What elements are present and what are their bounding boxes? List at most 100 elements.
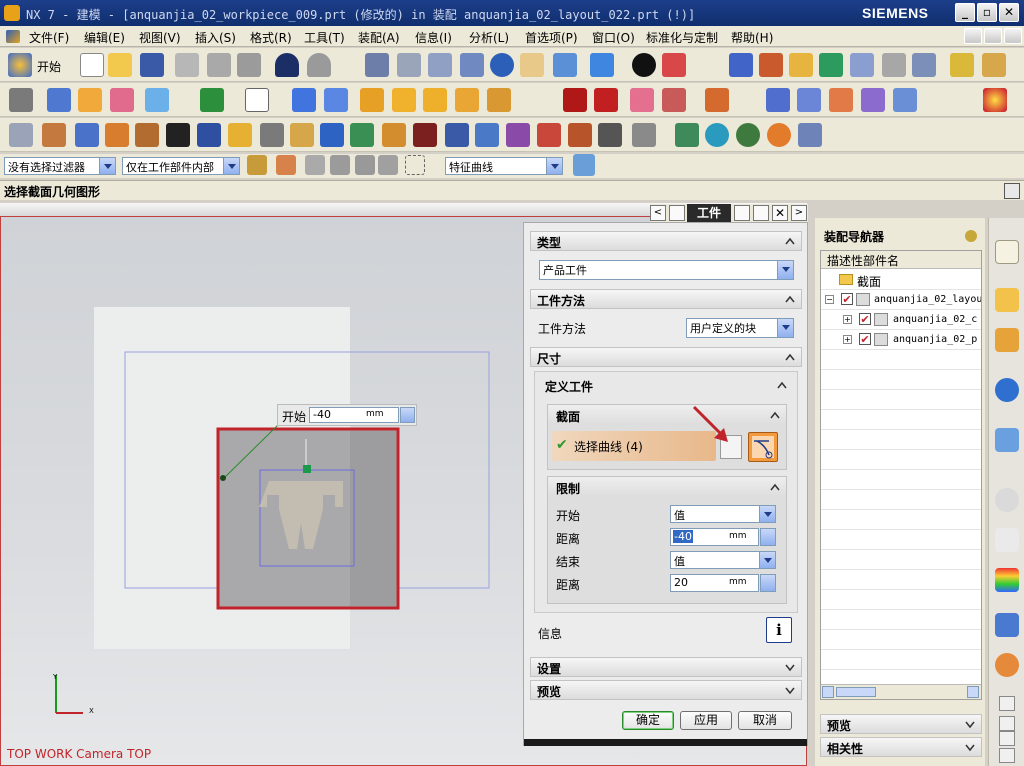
column-header[interactable]: 描述性部件名 <box>821 251 981 269</box>
revolve-icon[interactable] <box>324 88 348 112</box>
assembly-icon[interactable] <box>9 88 33 112</box>
bounded-plane-icon[interactable] <box>829 88 853 112</box>
close-button[interactable]: ✕ <box>999 3 1019 22</box>
constraint-navigator-icon[interactable] <box>995 288 1019 312</box>
shell-icon[interactable] <box>455 88 479 112</box>
distance1-input[interactable]: -40 mm <box>670 528 759 546</box>
info-icon[interactable]: i <box>766 617 792 643</box>
start-menu-label[interactable]: 开始 <box>37 58 61 75</box>
view-orient-icon[interactable] <box>590 53 614 77</box>
menu-info[interactable]: 信息(I) <box>415 29 452 46</box>
scroll-page-up-icon[interactable] <box>999 716 1015 731</box>
bom-icon[interactable] <box>598 123 622 147</box>
deselect-icon[interactable] <box>912 53 936 77</box>
ok-button[interactable]: 确定 <box>622 711 674 730</box>
pattern-icon[interactable] <box>487 88 511 112</box>
palette-icon[interactable] <box>983 88 1007 112</box>
dialog-close-icon[interactable]: ✕ <box>772 205 788 221</box>
cancel-button[interactable]: 取消 <box>738 711 792 730</box>
measure-icon[interactable] <box>789 53 813 77</box>
pin-icon[interactable] <box>965 230 977 242</box>
status-toggle-icon[interactable] <box>1004 183 1020 199</box>
mold-csys-icon[interactable] <box>42 123 66 147</box>
ruler-icon[interactable] <box>950 53 974 77</box>
doc-close-button[interactable] <box>1004 28 1022 44</box>
snap-icon[interactable] <box>819 53 843 77</box>
menu-edit[interactable]: 编辑(E) <box>84 29 125 46</box>
pocket-icon[interactable] <box>568 123 592 147</box>
extrude-icon[interactable] <box>292 88 316 112</box>
block-icon[interactable] <box>360 88 384 112</box>
trim-mold-icon[interactable] <box>537 123 561 147</box>
group-icon[interactable] <box>330 155 350 175</box>
menu-window[interactable]: 窗口(O) <box>592 29 635 46</box>
eye-icon[interactable] <box>736 123 760 147</box>
onscreen-start-field[interactable]: -40 mm <box>309 407 399 423</box>
rect-select-icon[interactable] <box>405 155 425 175</box>
checkbox-icon[interactable]: ✔ <box>841 293 853 305</box>
reset-icon[interactable] <box>734 205 750 221</box>
checkbox-icon[interactable]: ✔ <box>859 333 871 345</box>
curve-rule-select[interactable]: 特征曲线 <box>445 157 563 175</box>
cavity-layout-icon[interactable] <box>135 123 159 147</box>
mold-base-icon[interactable] <box>228 123 252 147</box>
scroll-left-icon[interactable] <box>822 686 834 698</box>
section-group-header[interactable]: 截面 <box>548 405 786 425</box>
expand-icon[interactable]: + <box>843 335 852 344</box>
runner-icon[interactable] <box>445 123 469 147</box>
copy-icon[interactable] <box>207 53 231 77</box>
project-init-icon[interactable] <box>9 123 33 147</box>
stop-at-intersection-icon[interactable] <box>378 155 398 175</box>
ejector-icon[interactable] <box>290 123 314 147</box>
standard-part-icon[interactable] <box>260 123 284 147</box>
redo-icon[interactable] <box>307 53 331 77</box>
collapse-icon[interactable]: − <box>825 295 834 304</box>
delete-file-icon[interactable] <box>767 123 791 147</box>
settings-section-header[interactable]: 设置 <box>530 657 802 677</box>
drafting-icon[interactable] <box>982 53 1006 77</box>
process-studio-icon[interactable] <box>995 613 1019 637</box>
scroll-thumb[interactable] <box>836 687 876 697</box>
cut-icon[interactable] <box>175 53 199 77</box>
dims-section-header[interactable]: 尺寸 <box>530 347 802 367</box>
checkbox-icon[interactable]: ✔ <box>859 313 871 325</box>
pointer-icon[interactable] <box>882 53 906 77</box>
curve-icon[interactable] <box>145 88 169 112</box>
electrode-icon[interactable] <box>506 123 530 147</box>
offset-icon[interactable] <box>705 88 729 112</box>
scroll-down-icon[interactable] <box>999 748 1015 763</box>
blend-icon[interactable] <box>392 88 416 112</box>
scroll-page-down-icon[interactable] <box>999 731 1015 746</box>
wcs-icon[interactable] <box>729 53 753 77</box>
fit-icon[interactable] <box>365 53 389 77</box>
onscreen-start-dropdown[interactable] <box>400 407 415 423</box>
show-result-icon[interactable] <box>573 154 595 176</box>
connect-icon[interactable] <box>355 155 375 175</box>
minimize-button[interactable]: _ <box>955 3 975 22</box>
define-section-header[interactable]: 定义工件 <box>539 376 793 396</box>
save-icon[interactable] <box>140 53 164 77</box>
start-icon[interactable] <box>8 53 32 77</box>
render-style-icon[interactable] <box>632 53 656 77</box>
collapse-dialog-icon[interactable] <box>753 205 769 221</box>
pan-icon[interactable] <box>520 53 544 77</box>
hole-table-icon[interactable] <box>675 123 699 147</box>
sketch-icon[interactable] <box>245 88 269 112</box>
intent-icon[interactable] <box>305 155 325 175</box>
book-icon[interactable] <box>47 88 71 112</box>
menu-insert[interactable]: 插入(S) <box>195 29 236 46</box>
mold-wizard-more-icon[interactable] <box>798 123 822 147</box>
paste-icon[interactable] <box>237 53 261 77</box>
menu-view[interactable]: 视图(V) <box>139 29 181 46</box>
limits-group-header[interactable]: 限制 <box>548 477 786 497</box>
sew-icon[interactable] <box>893 88 917 112</box>
datum-plane-icon[interactable] <box>200 88 224 112</box>
type-select[interactable]: 产品工件 <box>539 260 794 280</box>
navigator-dependency-header[interactable]: 相关性 <box>820 737 982 757</box>
shrinkage-icon[interactable] <box>75 123 99 147</box>
trim-icon[interactable] <box>861 88 885 112</box>
distance2-input[interactable]: 20 mm <box>670 574 759 592</box>
system-materials-icon[interactable] <box>995 528 1019 552</box>
curve-select-icon[interactable] <box>748 432 778 462</box>
new-file-icon[interactable] <box>80 53 104 77</box>
